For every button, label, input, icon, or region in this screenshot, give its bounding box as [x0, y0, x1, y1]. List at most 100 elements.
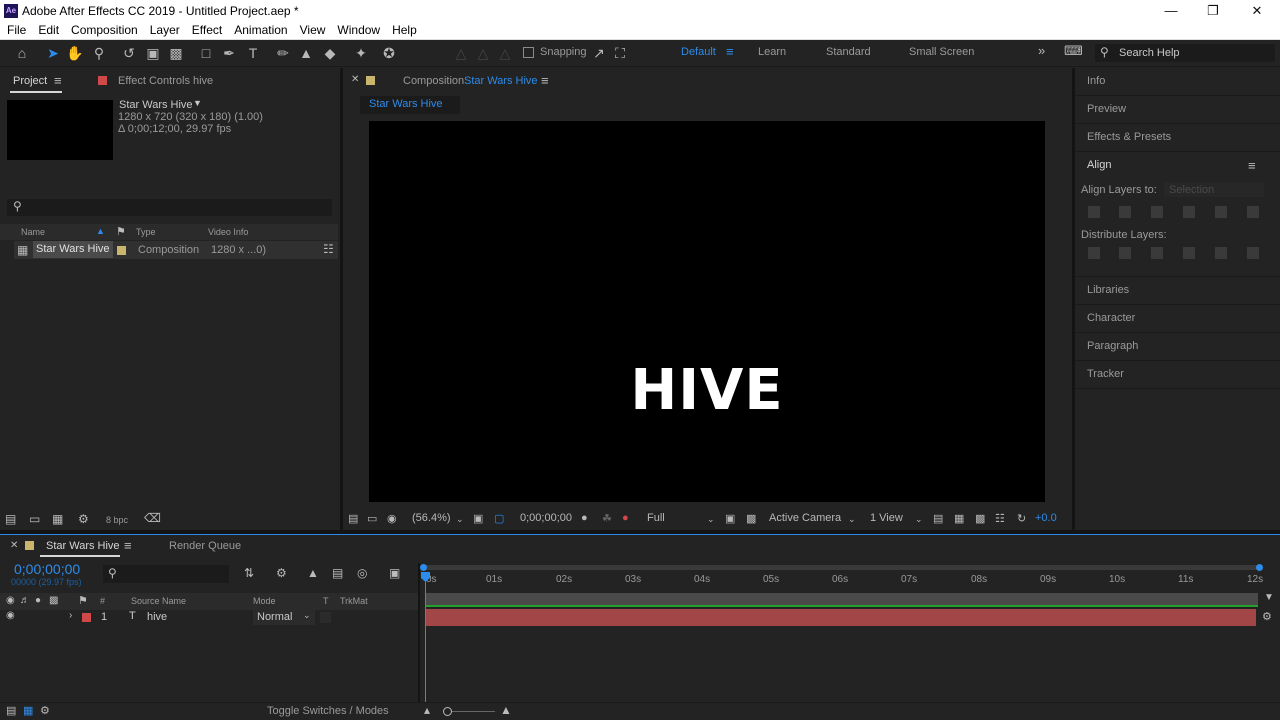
distribute-vcenter-icon[interactable] — [1119, 247, 1131, 259]
effects-presets-panel[interactable]: Effects & Presets — [1087, 131, 1171, 143]
align-left-icon[interactable] — [1088, 206, 1100, 218]
monitor-icon[interactable]: ▭ — [367, 512, 377, 525]
viewer-timecode[interactable]: 0;00;00;00 — [520, 512, 572, 524]
reset-exposure-icon[interactable]: ↻ — [1017, 512, 1026, 525]
expand-arrow-icon[interactable]: › — [69, 610, 72, 621]
distribute-hcenter-icon[interactable] — [1215, 247, 1227, 259]
project-item-name[interactable]: Star Wars Hive — [119, 99, 193, 111]
info-panel[interactable]: Info — [1087, 75, 1105, 87]
more-workspaces-icon[interactable]: » — [1038, 43, 1045, 58]
label-tag-icon[interactable]: ⚑ — [78, 594, 88, 607]
panel-menu-icon[interactable]: ≡ — [1248, 158, 1256, 173]
layer-mode-dropdown[interactable]: Normal ⌄ — [253, 610, 315, 625]
in-out-icon[interactable]: ⚙ — [40, 704, 50, 717]
fast-previews-icon[interactable]: ▦ — [954, 512, 964, 525]
menu-animation[interactable]: Animation — [228, 23, 293, 37]
preview-panel[interactable]: Preview — [1087, 103, 1126, 115]
current-time[interactable]: 0;00;00;00 — [14, 561, 80, 577]
toggle-switches-modes[interactable]: Toggle Switches / Modes — [267, 705, 389, 717]
comp-mini-flowchart-icon[interactable]: ⇅ — [244, 566, 254, 580]
distribute-bottom-icon[interactable] — [1151, 247, 1163, 259]
tracker-panel[interactable]: Tracker — [1087, 368, 1124, 380]
camera-tool-icon[interactable]: ▣ — [144, 44, 162, 62]
menu-window[interactable]: Window — [331, 23, 386, 37]
type-tool-icon[interactable]: T — [244, 44, 262, 62]
comp-button-icon[interactable]: ▼ — [1264, 592, 1274, 603]
zoom-out-icon[interactable]: ▴ — [424, 703, 430, 717]
always-preview-icon[interactable]: ▤ — [348, 512, 358, 525]
panel-menu-icon[interactable]: ≡ — [541, 73, 549, 88]
label-color-swatch[interactable] — [117, 246, 126, 255]
close-icon[interactable]: ✕ — [351, 74, 359, 85]
timeline-icon[interactable]: ▩ — [975, 512, 985, 525]
label-tag-icon[interactable]: ⚑ — [116, 225, 126, 238]
menu-view[interactable]: View — [294, 23, 332, 37]
eraser-tool-icon[interactable]: ◆ — [321, 44, 339, 62]
col-name[interactable]: Name — [21, 227, 45, 237]
chevron-down-icon[interactable]: ⌄ — [456, 514, 464, 525]
hand-tool-icon[interactable]: ✋ — [66, 44, 84, 62]
tab-timeline-comp[interactable]: Star Wars Hive — [46, 540, 120, 552]
region-of-interest-icon[interactable]: ▣ — [725, 512, 735, 525]
align-target-dropdown[interactable]: Selection — [1164, 182, 1264, 197]
transparency-icon[interactable]: ▩ — [746, 512, 756, 525]
show-snapshot-icon[interactable]: ☘ — [602, 512, 612, 525]
align-vcenter-icon[interactable] — [1215, 206, 1227, 218]
brush-tool-icon[interactable]: ✏ — [274, 44, 292, 62]
chevron-down-icon[interactable]: ⌄ — [707, 514, 715, 525]
solo-toggle-icon[interactable]: ● — [35, 595, 41, 606]
trash-icon[interactable]: ⌫ — [144, 511, 161, 525]
transparency-grid-icon[interactable]: ▢ — [494, 512, 504, 525]
layer-label-swatch[interactable] — [82, 613, 91, 622]
time-navigator[interactable] — [422, 565, 1260, 570]
character-panel[interactable]: Character — [1087, 312, 1135, 324]
graph-editor-icon[interactable]: ▣ — [389, 566, 400, 580]
rotation-tool-icon[interactable]: ↺ — [120, 44, 138, 62]
align-hcenter-icon[interactable] — [1119, 206, 1131, 218]
navigator-end-handle[interactable] — [1256, 564, 1263, 571]
panel-menu-icon[interactable]: ≡ — [124, 538, 132, 553]
workspace-learn[interactable]: Learn — [758, 46, 786, 58]
sync-settings-icon[interactable]: ⌨ — [1064, 43, 1083, 59]
snap-features-icon[interactable]: ⛶ — [611, 44, 629, 62]
workspace-menu-icon[interactable]: ≡ — [726, 44, 734, 59]
libraries-panel[interactable]: Libraries — [1087, 284, 1129, 296]
close-button[interactable]: ✕ — [1234, 0, 1280, 21]
zoom-tool-icon[interactable]: ⚲ — [90, 44, 108, 62]
new-composition-icon[interactable]: ▦ — [52, 512, 63, 526]
project-row-name[interactable]: Star Wars Hive — [33, 241, 113, 258]
playhead[interactable] — [425, 575, 426, 702]
tab-render-queue[interactable]: Render Queue — [169, 540, 241, 552]
menu-edit[interactable]: Edit — [32, 23, 65, 37]
layer-name[interactable]: hive — [147, 611, 167, 623]
lock-toggle-icon[interactable]: ▩ — [49, 595, 58, 606]
search-help-input[interactable]: ⚲ Search Help — [1095, 44, 1275, 62]
zoom-level[interactable]: (56.4%) — [412, 512, 451, 524]
project-search-input[interactable]: ⚲ — [7, 199, 332, 216]
col-trkmat[interactable]: TrkMat — [340, 596, 368, 606]
workspace-default[interactable]: Default — [681, 46, 716, 58]
restore-button[interactable]: ❐ — [1190, 0, 1236, 21]
workspace-small-screen[interactable]: Small Screen — [909, 46, 974, 58]
distribute-top-icon[interactable] — [1088, 247, 1100, 259]
shy-layers-icon[interactable]: ▲ — [307, 566, 319, 580]
align-right-icon[interactable] — [1151, 206, 1163, 218]
camera-dropdown[interactable]: Active Camera — [769, 512, 841, 524]
minimize-button[interactable]: — — [1148, 0, 1194, 21]
clone-stamp-tool-icon[interactable]: ▲ — [297, 44, 315, 62]
timeline-search-input[interactable]: ⚲ — [103, 565, 229, 583]
motion-blur-icon[interactable]: ◎ — [357, 566, 367, 580]
project-settings-icon[interactable]: ⚙ — [78, 512, 89, 526]
rectangle-tool-icon[interactable]: □ — [197, 44, 215, 62]
col-video-info[interactable]: Video Info — [208, 227, 248, 237]
chevron-down-icon[interactable]: ▼ — [193, 98, 202, 108]
views-dropdown[interactable]: 1 View — [870, 512, 903, 524]
toggle-pixel-aspect-icon[interactable]: ▤ — [933, 512, 943, 525]
layer-duration-bar[interactable] — [426, 609, 1256, 626]
resolution-dropdown[interactable]: Full — [647, 512, 665, 524]
close-icon[interactable]: ✕ — [10, 540, 18, 551]
menu-file[interactable]: File — [0, 23, 32, 37]
audio-toggle-icon[interactable]: ♬ — [20, 595, 30, 606]
flowchart-icon[interactable]: ☷ — [323, 242, 334, 256]
roto-brush-tool-icon[interactable]: ✦ — [352, 44, 370, 62]
